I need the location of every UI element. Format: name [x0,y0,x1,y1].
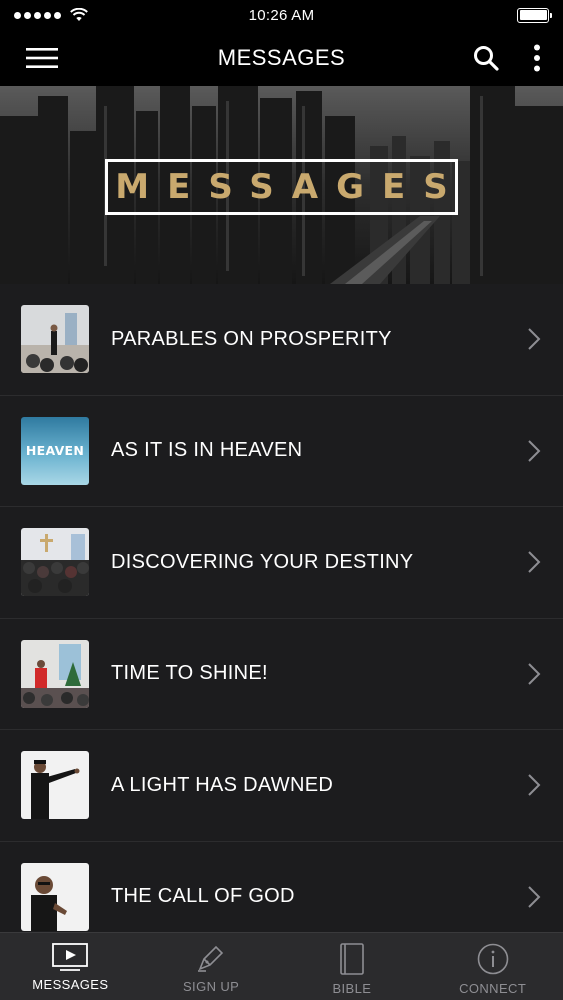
message-thumbnail: HEAVEN [21,416,89,485]
list-item[interactable]: THE CALL OF GOD [0,842,563,933]
tab-bible[interactable]: BIBLE [282,933,423,1000]
tab-label: CONNECT [459,981,527,996]
tab-sign-up[interactable]: SIGN UP [141,933,282,1000]
tab-label: SIGN UP [182,979,240,994]
list-item[interactable]: PARABLES ON PROSPERITY [0,284,563,396]
wifi-icon [70,8,88,21]
tab-label: BIBLE [332,981,372,996]
message-title: THE CALL OF GOD [111,885,295,908]
status-bar: 10:26 AM [0,0,563,30]
hamburger-icon [26,48,58,68]
chevron-right-icon [528,440,541,462]
menu-button[interactable] [26,47,58,69]
hero-title: MESSAGES [115,167,466,207]
message-title: TIME TO SHINE! [111,662,268,685]
chevron-right-icon [528,774,541,796]
cellular-signal-icon [14,8,88,22]
message-thumbnail [21,751,89,820]
info-icon [477,943,508,975]
battery-icon [517,7,552,23]
chevron-right-icon [528,551,541,573]
list-item[interactable]: A LIGHT HAS DAWNED [0,730,563,842]
list-item[interactable]: TIME TO SHINE! [0,619,563,730]
tab-messages[interactable]: MESSAGES [0,933,141,1000]
tab-label: MESSAGES [32,977,109,992]
message-title: A LIGHT HAS DAWNED [111,773,334,796]
chevron-right-icon [528,886,541,908]
list-item[interactable]: HEAVEN AS IT IS IN HEAVEN [0,396,563,507]
more-options-button[interactable] [533,44,541,72]
messages-list: PARABLES ON PROSPERITY HEAVEN AS IT IS I… [0,284,563,932]
hero-banner: MESSAGES [0,86,563,284]
chevron-right-icon [528,663,541,685]
message-thumbnail [21,862,89,931]
message-title: DISCOVERING YOUR DESTINY [111,550,414,573]
more-vertical-icon [534,44,540,72]
nav-bar: MESSAGES [0,30,563,86]
message-title: PARABLES ON PROSPERITY [111,327,392,350]
tab-bar: MESSAGES SIGN UP BIBLE CONNECT [0,932,563,1000]
chevron-right-icon [528,328,541,350]
search-button[interactable] [473,45,499,71]
message-thumbnail [21,305,89,374]
hero-title-frame: MESSAGES [105,159,458,215]
tab-connect[interactable]: CONNECT [422,933,563,1000]
book-icon [340,943,364,975]
message-thumbnail [21,639,89,708]
message-title: AS IT IS IN HEAVEN [111,439,303,462]
thumbnail-text: HEAVEN [25,442,85,458]
video-icon [52,943,89,971]
list-item[interactable]: DISCOVERING YOUR DESTINY [0,507,563,619]
pen-icon [198,945,224,972]
message-thumbnail [21,528,89,597]
search-icon [474,46,499,71]
